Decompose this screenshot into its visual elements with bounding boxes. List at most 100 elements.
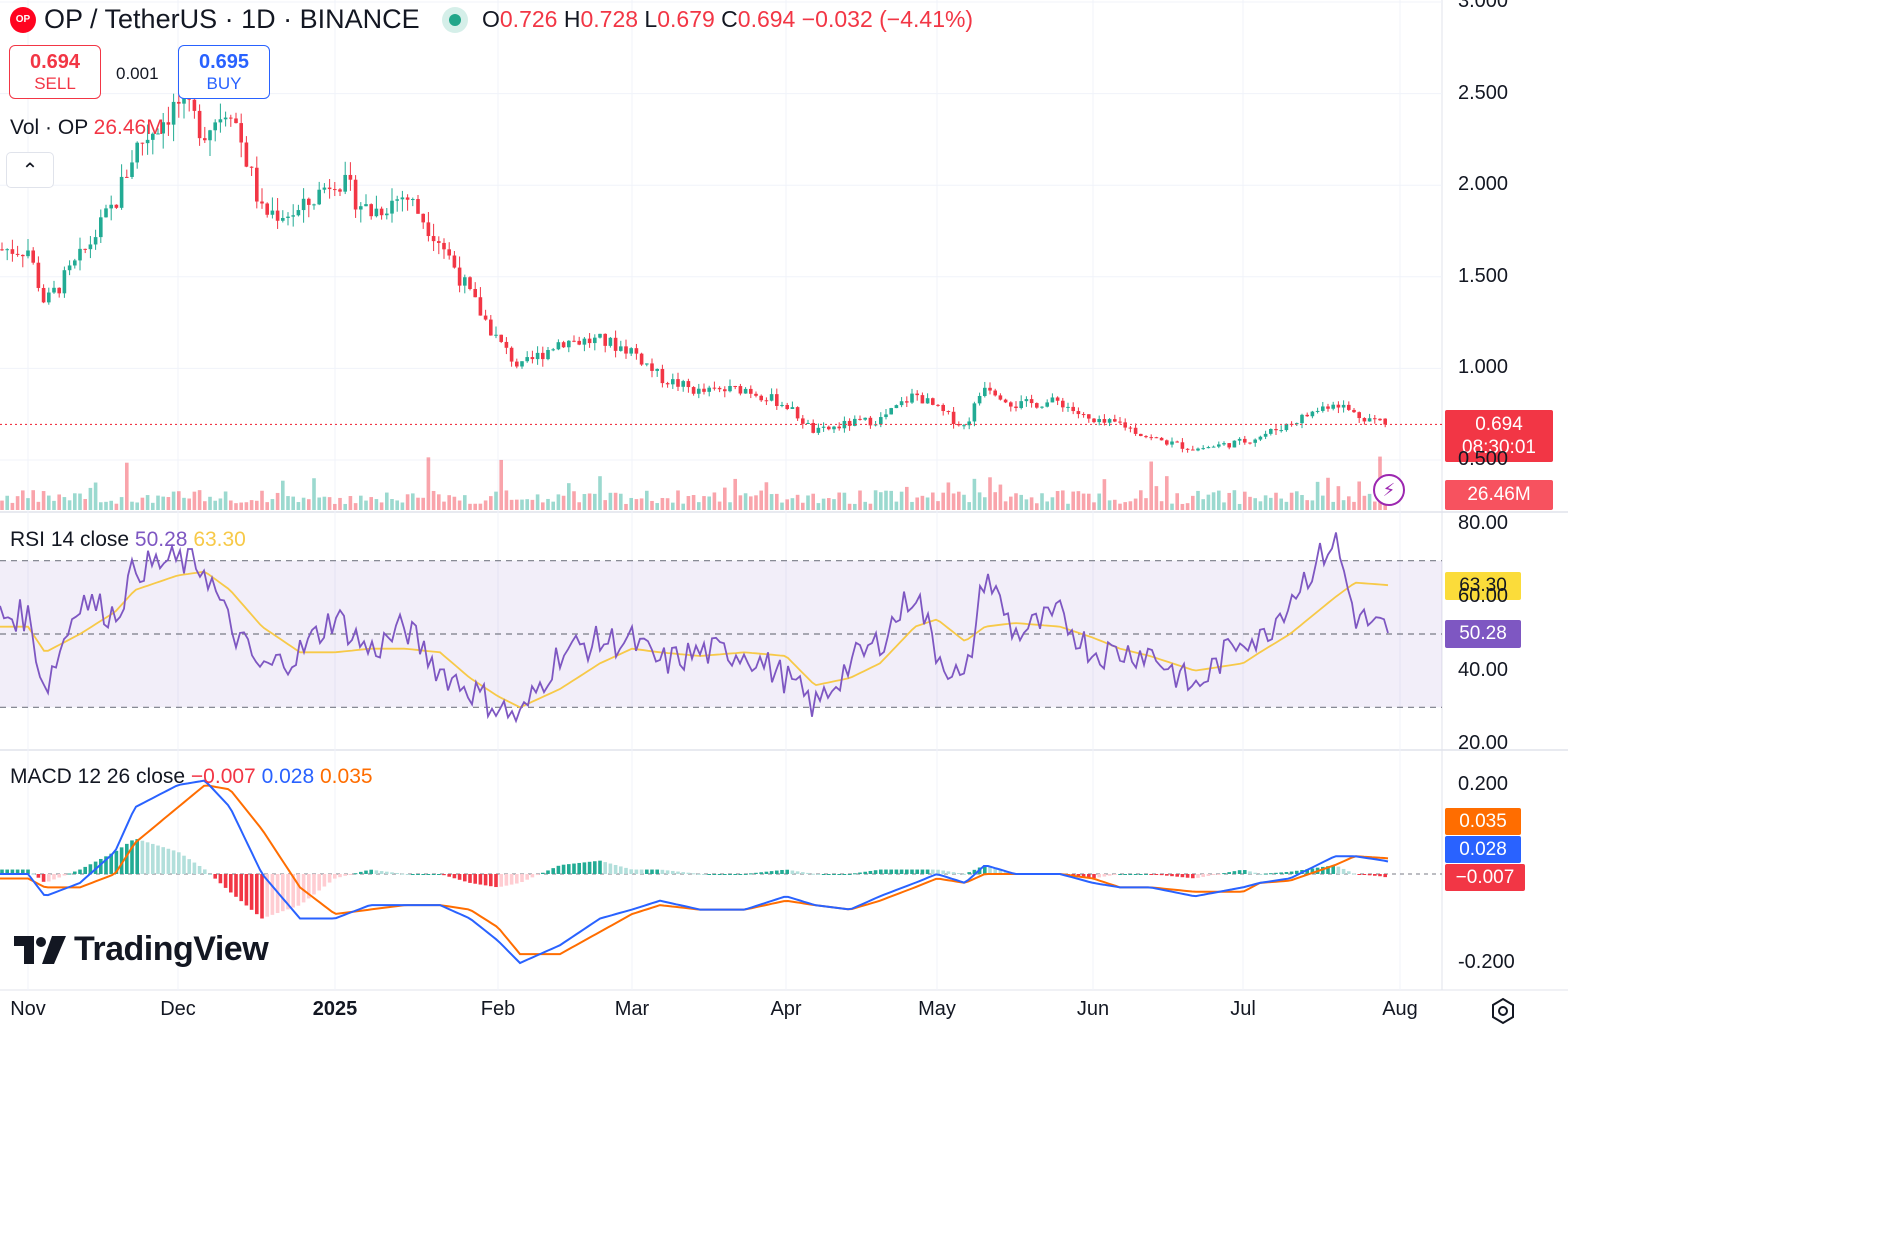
volume-bar: [515, 499, 519, 510]
macd-histogram-bar: [416, 874, 420, 875]
volume-bar: [322, 496, 327, 510]
candle-body: [1128, 427, 1133, 429]
macd-histogram-bar: [515, 874, 519, 884]
volume-bar: [645, 490, 649, 510]
close-value: 0.694: [737, 6, 796, 32]
candle-body: [645, 363, 649, 365]
symbol-title-text[interactable]: OP / TetherUS · 1D · BINANCE: [44, 4, 420, 35]
volume-bar: [769, 494, 774, 510]
sell-button[interactable]: 0.694 SELL: [9, 45, 101, 99]
buy-button[interactable]: 0.695 BUY: [178, 45, 270, 99]
price-tick-label: 2.500: [1458, 81, 1509, 104]
change-value: −0.032 (−4.41%): [801, 6, 974, 32]
macd-histogram-bar: [1336, 866, 1341, 874]
candle-body: [265, 203, 269, 215]
candle-body: [88, 244, 93, 250]
candle-body: [21, 254, 25, 257]
time-tick-label: Jul: [1230, 998, 1256, 1020]
macd-histogram-bar: [1113, 874, 1117, 875]
volume-bar: [244, 502, 249, 510]
volume-bar: [442, 501, 446, 510]
candle-body: [738, 386, 743, 394]
op-logo-icon: OP: [10, 6, 36, 33]
macd-histogram-bar: [525, 874, 529, 880]
volume-bar: [1087, 493, 1091, 510]
candle-body: [509, 347, 514, 362]
macd-histogram-bar: [1352, 873, 1356, 875]
candle-body: [1081, 414, 1086, 416]
macd-histogram-bar: [374, 870, 379, 874]
macd-histogram-bar: [73, 871, 77, 874]
candle-body: [244, 142, 249, 167]
time-tick-label: Dec: [160, 998, 196, 1020]
candle-body: [639, 353, 644, 365]
macd-histogram-bar: [489, 874, 493, 887]
volume-bar: [894, 501, 899, 510]
candle-body: [431, 236, 436, 242]
rsi-legend[interactable]: RSI 14 close 50.28 63.30: [10, 528, 246, 552]
macd-histogram-bar: [395, 873, 399, 875]
candle-body: [972, 403, 977, 422]
macd-histogram-bar: [603, 862, 607, 874]
candle-body: [452, 255, 457, 268]
candle-body: [104, 208, 108, 218]
macd-histogram-bar: [697, 873, 701, 875]
macd-histogram-bar: [504, 874, 509, 886]
buy-label: BUY: [206, 74, 242, 93]
symbol-title[interactable]: OP OP / TetherUS · 1D · BINANCE: [10, 4, 468, 35]
candle-body: [421, 213, 425, 223]
volume-bar: [884, 490, 888, 510]
macd-histogram-bar: [187, 859, 191, 874]
volume-bar: [1003, 501, 1008, 510]
candle-body: [1373, 418, 1377, 420]
chart-stage[interactable]: OP OP / TetherUS · 1D · BINANCE O0.726 H…: [0, 0, 1568, 1030]
candle-body: [977, 395, 982, 404]
spread-value: 0.001: [116, 64, 159, 83]
macd-histogram-bar: [1144, 874, 1148, 875]
macd-histogram-bar: [483, 874, 488, 886]
volume-legend[interactable]: Vol · OP 26.46M: [10, 116, 164, 140]
time-tick-label: Mar: [614, 998, 650, 1020]
macd-histogram-bar: [83, 866, 87, 874]
volume-bar: [1149, 461, 1153, 510]
candle-body: [62, 270, 67, 294]
macd-histogram-bar: [671, 870, 675, 874]
tradingview-logo: TradingView: [14, 930, 269, 969]
macd-histogram-bar: [816, 874, 821, 875]
macd-histogram-bar: [145, 842, 150, 874]
volume-bar: [457, 500, 462, 510]
candle-body: [1175, 441, 1179, 443]
lightning-icon[interactable]: ⚡: [1373, 474, 1405, 506]
volume-bar: [1019, 494, 1023, 510]
candle-body: [353, 179, 358, 210]
macd-histogram-bar: [827, 874, 831, 875]
candle-body: [889, 408, 893, 415]
volume-bar: [317, 497, 321, 510]
candle-body: [52, 287, 56, 293]
candle-body: [1222, 443, 1226, 445]
candle-body: [1263, 433, 1268, 437]
volume-bar: [1326, 477, 1330, 510]
collapse-legend-button[interactable]: ⌃: [6, 152, 54, 188]
macd-legend[interactable]: MACD 12 26 close −0.007 0.028 0.035: [10, 765, 373, 789]
candle-body: [1159, 437, 1164, 441]
candle-body: [1211, 446, 1216, 448]
candle-body: [270, 210, 275, 215]
volume-bar: [1107, 500, 1112, 510]
price-tick-label: 3.000: [1458, 0, 1509, 12]
volume-bar: [587, 493, 592, 510]
volume-bar: [879, 492, 883, 510]
gear-icon[interactable]: [1488, 996, 1518, 1026]
candle-body: [1113, 419, 1117, 422]
volume-bar: [489, 496, 493, 510]
macd-histogram-bar: [260, 874, 264, 919]
candle-body: [1061, 400, 1065, 408]
chart-svg[interactable]: [0, 0, 1568, 1030]
market-status-icon[interactable]: [441, 6, 468, 33]
macd-histogram-bar: [899, 869, 904, 874]
candle-body: [31, 250, 35, 263]
volume-bar: [681, 503, 685, 510]
macd-histogram-bar: [1128, 874, 1133, 875]
sell-label: SELL: [34, 74, 76, 93]
macd-histogram-bar: [431, 874, 436, 875]
